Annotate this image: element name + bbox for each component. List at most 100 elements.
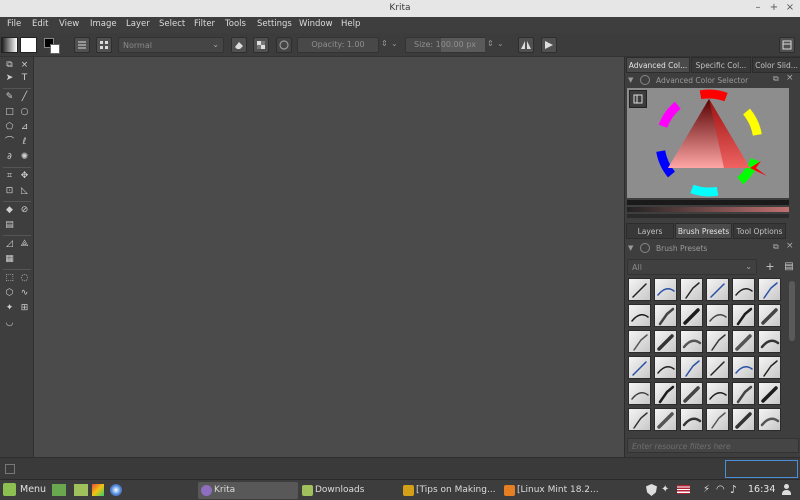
show-desktop-icon[interactable] [52, 484, 66, 496]
storage-icon[interactable]: ▤ [782, 260, 796, 274]
brush-preset-item[interactable] [732, 278, 755, 301]
brush-preset-item[interactable] [706, 356, 729, 379]
brush-preset-item[interactable] [680, 330, 703, 353]
brush-preset-item[interactable] [654, 330, 677, 353]
brush-preset-item[interactable] [654, 356, 677, 379]
language-flag-icon[interactable] [677, 485, 690, 494]
chevron-down-icon[interactable]: ⌄ [391, 39, 398, 48]
status-input-field[interactable] [725, 460, 798, 478]
toolbox-close-icon[interactable]: × [18, 59, 31, 72]
color-patches-bar[interactable] [627, 207, 789, 212]
lock-icon[interactable] [640, 243, 650, 253]
tab-brush-presets[interactable]: Brush Presets [675, 223, 732, 239]
select-shapes-tool-icon[interactable]: ➤ [3, 72, 16, 85]
brush-preset-item[interactable] [680, 356, 703, 379]
ellipse-tool-icon[interactable]: ○ [18, 106, 31, 119]
dynamic-brush-tool-icon[interactable]: ∂ [3, 151, 16, 164]
menu-layer[interactable]: Layer [126, 19, 150, 29]
gradient-tool-icon[interactable]: ▤ [3, 219, 16, 232]
polyline-tool-icon[interactable]: ⊿ [18, 121, 31, 134]
menu-select[interactable]: Select [159, 19, 185, 29]
volume-icon[interactable]: ♪ [730, 483, 737, 496]
brush-preset-item[interactable] [758, 382, 781, 405]
edit-brush-settings-icon[interactable] [74, 37, 90, 53]
brush-preset-item[interactable] [732, 382, 755, 405]
brush-grid-scrollbar[interactable] [789, 281, 795, 341]
tab-color-sliders[interactable]: Color Slid... [752, 57, 800, 73]
brush-preset-item[interactable] [758, 408, 781, 431]
transform-tool-icon[interactable]: ⊡ [3, 185, 16, 198]
maximize-button[interactable]: + [768, 2, 780, 14]
tab-specific-color-selector[interactable]: Specific Col... [691, 57, 751, 73]
brush-preset-item[interactable] [654, 382, 677, 405]
canvas-area[interactable] [34, 57, 624, 457]
color-wheel-triangle[interactable] [627, 88, 789, 198]
preserve-alpha-icon[interactable] [253, 37, 269, 53]
size-slider[interactable]: Size: 100.00 px [405, 37, 485, 53]
float-panel-icon[interactable]: ⧉ [773, 74, 779, 84]
brush-preset-item[interactable] [732, 330, 755, 353]
brush-preset-item[interactable] [732, 304, 755, 327]
task-downloads[interactable]: Downloads [299, 482, 399, 499]
brush-preset-item[interactable] [706, 330, 729, 353]
menu-view[interactable]: View [59, 19, 79, 29]
brush-preset-item[interactable] [628, 330, 651, 353]
collapse-arrow-icon[interactable]: ▼ [628, 76, 633, 84]
perspective-grid-tool-icon[interactable]: ⟁ [18, 238, 31, 251]
menu-image[interactable]: Image [90, 19, 117, 29]
menu-filter[interactable]: Filter [194, 19, 215, 29]
eraser-mode-icon[interactable] [231, 37, 247, 53]
task-linux-mint[interactable]: [Linux Mint 18.2... [501, 482, 601, 499]
brush-preset-item[interactable] [654, 304, 677, 327]
menu-settings[interactable]: Settings [257, 19, 292, 29]
brush-preset-item[interactable] [628, 304, 651, 327]
measure-tool-icon[interactable]: ◺ [18, 185, 31, 198]
tag-filter-select[interactable]: All ⌄ [627, 259, 757, 275]
mint-menu-icon[interactable] [3, 483, 16, 496]
clock[interactable]: 16:34 [748, 484, 775, 495]
brush-preset-item[interactable] [758, 278, 781, 301]
tab-tool-options[interactable]: Tool Options [733, 223, 786, 239]
minimize-button[interactable]: – [752, 2, 764, 14]
brush-preset-item[interactable] [758, 304, 781, 327]
opacity-stepper-icon[interactable]: ⇕ [381, 39, 388, 48]
menu-tools[interactable]: Tools [225, 19, 246, 29]
chevron-down-icon[interactable]: ⌄ [497, 39, 504, 48]
app-launcher-icon[interactable] [92, 484, 104, 496]
color-picker-tool-icon[interactable]: ⊘ [18, 204, 31, 217]
menu-window[interactable]: Window [299, 19, 333, 29]
foreground-background-color[interactable] [44, 38, 62, 54]
close-panel-icon[interactable]: × [786, 73, 794, 83]
brush-preset-item[interactable] [628, 408, 651, 431]
browser-icon[interactable] [110, 484, 122, 496]
text-tool-icon[interactable]: T [18, 72, 31, 85]
tab-layers[interactable]: Layers [626, 223, 674, 239]
task-krita[interactable]: Krita [198, 482, 298, 499]
contiguous-selection-icon[interactable]: ✦ [3, 302, 16, 315]
power-icon[interactable]: ⚡ [703, 484, 710, 495]
elliptical-selection-icon[interactable]: ◌ [18, 272, 31, 285]
brush-presets-grid-icon[interactable] [96, 37, 112, 53]
brush-preset-item[interactable] [706, 304, 729, 327]
shield-icon[interactable] [646, 484, 657, 496]
freehand-path-tool-icon[interactable]: ℓ [18, 136, 31, 149]
gradient-selector[interactable] [1, 37, 18, 53]
close-button[interactable]: × [784, 2, 796, 14]
brush-preset-item[interactable] [758, 356, 781, 379]
similar-color-selection-icon[interactable]: ⊞ [18, 302, 31, 315]
multibrush-tool-icon[interactable]: ✺ [18, 151, 31, 164]
assistant-tool-icon[interactable]: ◿ [3, 238, 16, 251]
brush-preset-item[interactable] [706, 278, 729, 301]
user-icon[interactable] [781, 484, 791, 496]
lock-icon[interactable] [640, 75, 650, 85]
brush-preset-item[interactable] [680, 278, 703, 301]
brush-preset-item[interactable] [654, 278, 677, 301]
brush-preset-item[interactable] [706, 408, 729, 431]
add-tag-icon[interactable]: + [763, 260, 777, 274]
mirror-horizontal-icon[interactable] [518, 37, 534, 53]
size-stepper-icon[interactable]: ⇕ [487, 39, 494, 48]
color-shade-bar[interactable] [627, 214, 789, 218]
wifi-icon[interactable]: ◠ [716, 484, 725, 495]
polygon-tool-icon[interactable]: ⬠ [3, 121, 16, 134]
brush-preset-item[interactable] [758, 330, 781, 353]
